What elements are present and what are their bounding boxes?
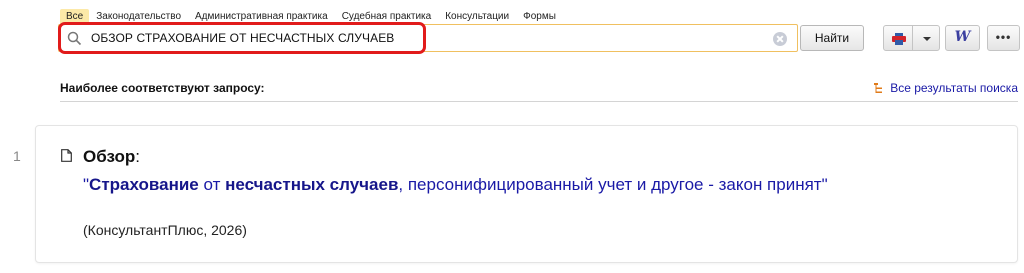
word-icon: W [954,29,971,45]
result-document-link[interactable]: "Страхование от несчастных случаев, перс… [83,173,903,197]
link-text-from: от [198,175,226,194]
search-highlight-annotation [58,22,426,54]
section-title: Наиболее соответствуют запросу: [60,81,265,95]
chevron-down-icon [923,37,931,41]
link-term-accidents: несчастных случаев [225,175,399,194]
all-results-link[interactable]: Все результаты поиска [874,81,1018,95]
result-heading-colon: : [135,147,141,166]
divider [60,101,1018,102]
result-heading-label: Обзор [83,147,136,166]
more-button[interactable]: ••• [987,25,1020,51]
all-results-label[interactable]: Все результаты поиска [890,81,1018,95]
result-source: (КонсультантПлюс, 2026) [83,222,247,238]
more-icon: ••• [995,30,1012,44]
tree-icon [874,82,883,93]
clear-icon[interactable] [773,32,787,46]
document-icon [61,149,72,162]
result-number: 1 [13,148,21,164]
link-term-insurance: Страхование [89,175,199,194]
print-button[interactable] [883,25,913,51]
print-options-dropdown[interactable] [912,25,940,51]
export-word-button[interactable]: W [945,25,980,51]
tab-consultations[interactable]: Консультации [438,10,516,24]
tab-forms[interactable]: Формы [516,10,563,24]
result-heading: Обзор: [83,147,140,167]
link-text-rest: , персонифицированный учет и другое - за… [398,175,828,194]
find-button[interactable]: Найти [800,25,864,51]
printer-icon [892,33,906,45]
